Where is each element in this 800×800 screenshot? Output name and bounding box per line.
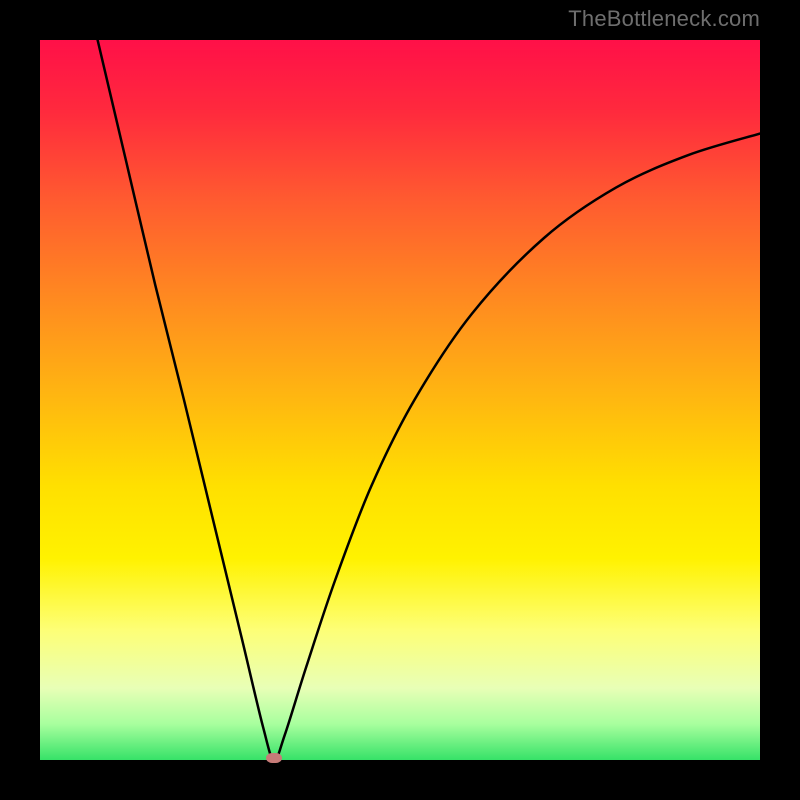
plot-area [40, 40, 760, 760]
curve-minimum-marker [266, 753, 282, 763]
gradient-background [40, 40, 760, 760]
watermark-label: TheBottleneck.com [568, 6, 760, 32]
chart-frame: TheBottleneck.com [0, 0, 800, 800]
